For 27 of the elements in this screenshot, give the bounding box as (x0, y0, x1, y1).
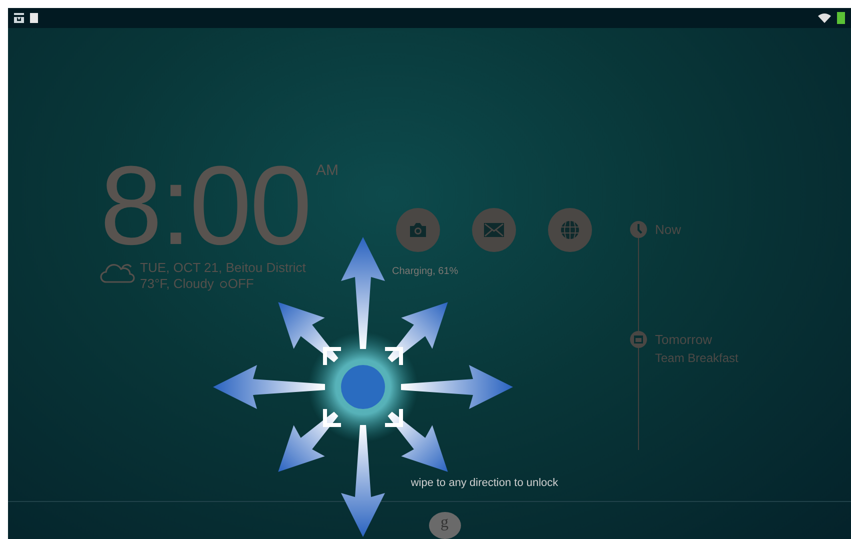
clock-meridiem: AM (316, 162, 338, 179)
unlock-arrow (278, 302, 338, 362)
weather-text: 73°F, Cloudy (140, 276, 214, 292)
unlock-hint: wipe to any direction to unlock (410, 477, 558, 489)
document-icon (30, 13, 38, 23)
clock-time: 8:00 (100, 156, 310, 256)
event-detail: Team Breakfast (655, 350, 738, 367)
unlock-arrow (278, 412, 338, 472)
unlock-arrow (388, 412, 448, 472)
mail-icon (484, 223, 504, 237)
event-title: Tomorrow (655, 331, 714, 349)
battery-icon (837, 12, 845, 24)
date-location-text: TUE, OCT 21, Beitou District (140, 260, 306, 276)
camera-icon (409, 222, 427, 238)
event-title: Now (655, 221, 682, 239)
camera-shortcut[interactable] (396, 208, 440, 252)
download-icon (14, 13, 24, 23)
globe-icon (560, 220, 580, 240)
alarm-icon (220, 280, 227, 288)
charging-status: Charging, 61% (392, 266, 458, 277)
browser-shortcut[interactable] (548, 208, 592, 252)
unlock-handle-dot (341, 365, 385, 409)
alarm-status: OFF (228, 276, 254, 292)
google-search-button[interactable]: g (428, 512, 460, 539)
wifi-icon (818, 13, 831, 23)
unlock-arrow (388, 302, 448, 362)
mail-shortcut[interactable] (472, 208, 516, 252)
